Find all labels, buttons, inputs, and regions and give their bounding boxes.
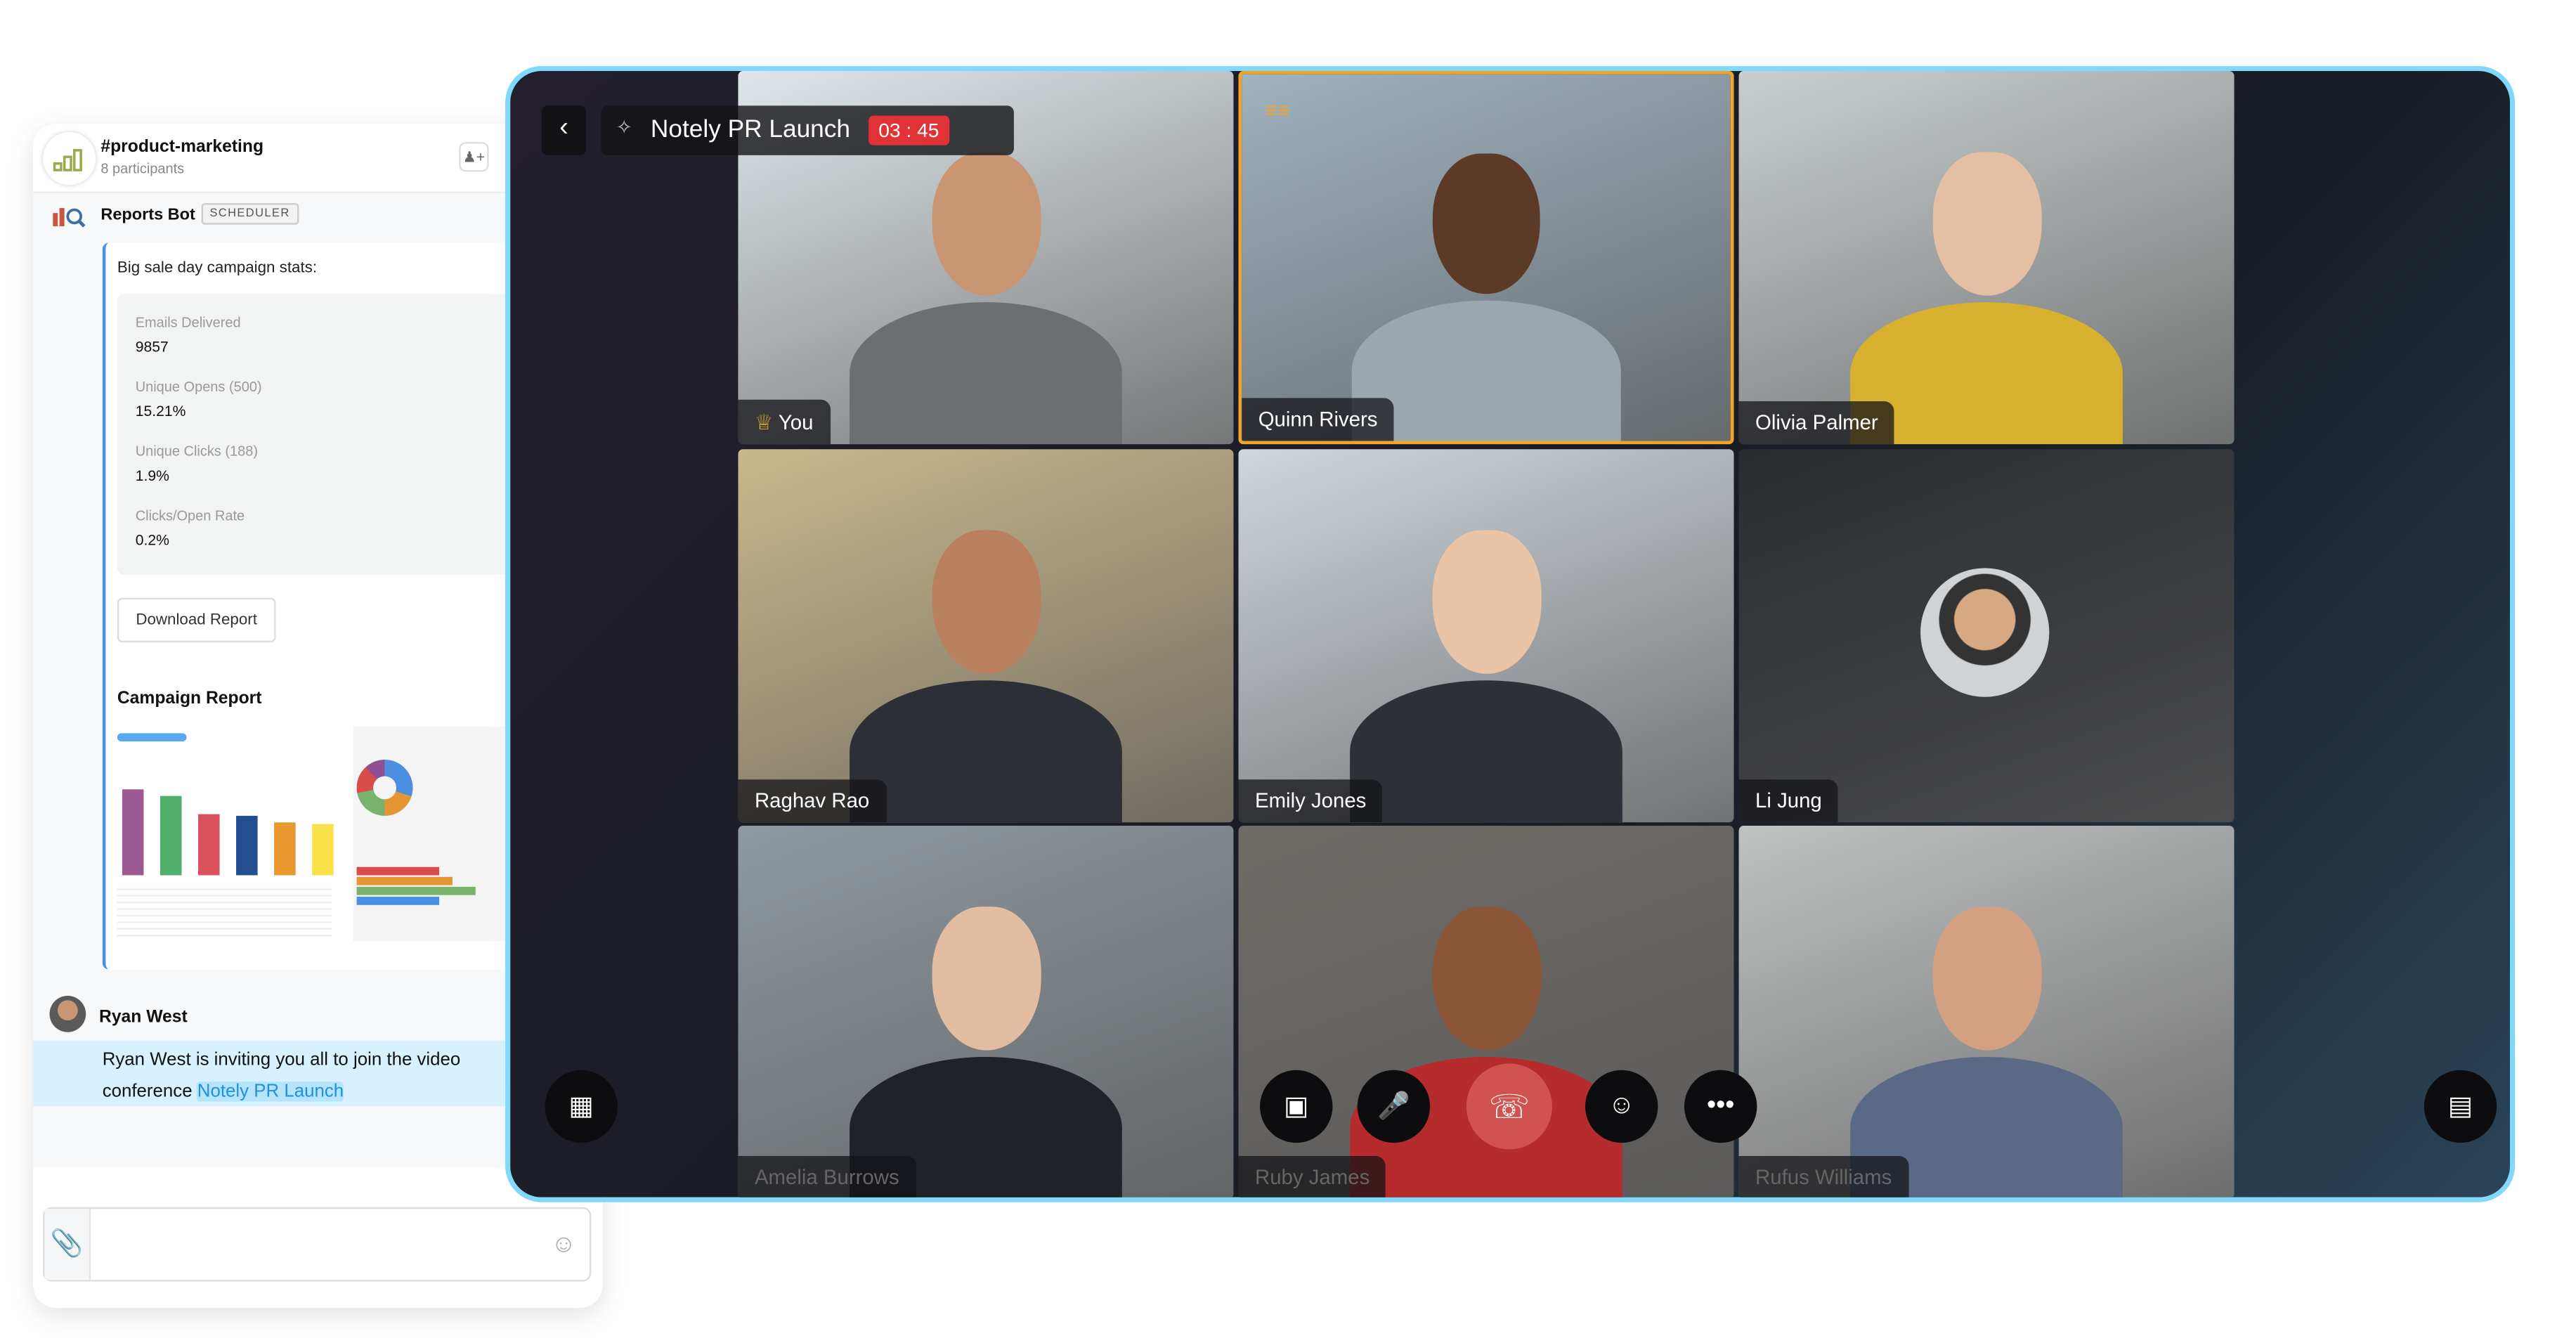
report-bar [274,822,296,876]
participant-video [850,882,1122,1197]
microphone-button[interactable]: 🎤 [1357,1070,1431,1143]
participant-name-text: Amelia Burrows [754,1166,899,1189]
host-crown-icon: ♕ [754,411,779,435]
move-icon[interactable]: ✧ [616,116,633,139]
stat-label: Clicks/Open Rate [135,507,245,524]
end-call-button[interactable]: ☏ [1466,1063,1552,1150]
stat-value: 9857 [135,338,169,356]
participant-name: Rufus Williams [1738,1155,1908,1197]
video-camera-icon: ▣ [1283,1093,1309,1122]
meeting-title-bar: ✧ Notely PR Launch 03 : 45 [601,105,1014,155]
participant-name: Li Jung [1738,779,1839,823]
camera-button[interactable]: ▣ [1260,1070,1333,1143]
participant-name-text: Rufus Williams [1755,1166,1892,1189]
participant-video [1350,882,1622,1197]
call-timer: 03 : 45 [869,115,949,145]
participant-name-text: Ruby James [1254,1166,1370,1189]
stat-label: Unique Clicks (188) [135,442,259,460]
report-bar [160,795,182,876]
participant-avatar [1920,568,2050,697]
more-icon: ••• [1706,1091,1735,1120]
participant-video [1850,127,2123,445]
participant-name: Olivia Palmer [1738,401,1895,445]
participant-name-text: Li Jung [1755,789,1822,813]
grid-icon: ▦ [568,1093,594,1122]
participant-tile[interactable]: Rufus Williams [1738,826,2235,1197]
meeting-link[interactable]: Notely PR Launch [197,1082,344,1102]
participant-name: Ruby James [1238,1155,1386,1197]
report-bar [198,813,220,876]
message-input[interactable]: 📎 ☺ [43,1207,592,1282]
participant-name: Quinn Rivers [1242,398,1394,441]
add-participant-button[interactable]: ♟+ [459,142,489,172]
report-bar [312,824,334,876]
download-report-button[interactable]: Download Report [117,597,276,643]
participant-name-text: Raghav Rao [754,789,870,813]
emoji-icon: ☺ [1608,1091,1635,1120]
bot-badge: SCHEDULER [201,203,299,225]
participant-name: ♕ You [738,399,830,445]
participant-name-text: You [778,411,814,435]
reports-bot-icon [53,208,86,228]
meeting-title: Notely PR Launch [650,115,851,144]
report-thumbnail-bars[interactable] [117,727,349,942]
participant-video [1850,882,2123,1197]
participant-name-text: Emily Jones [1254,789,1367,813]
sender-name: Ryan West [99,1007,188,1027]
stat-value: 1.9% [135,467,169,484]
participant-video [1350,505,1622,823]
participant-video [850,505,1122,823]
participant-name: Amelia Burrows [738,1155,916,1197]
more-options-button[interactable]: ••• [1684,1070,1757,1143]
participant-tile[interactable]: Raghav Rao [738,449,1234,823]
participant-name: Emily Jones [1238,779,1383,823]
grid-layout-button[interactable]: ▦ [545,1070,618,1143]
hang-up-icon: ☏ [1488,1089,1530,1126]
report-bar [122,788,144,876]
audio-level-icon: ≡≡ [1265,97,1290,122]
participant-tile[interactable]: Quinn Rivers ≡≡ [1238,71,1734,445]
participant-name-text: Olivia Palmer [1755,411,1878,435]
stat-value: 15.21% [135,403,186,420]
participant-tile[interactable]: Amelia Burrows [738,826,1234,1197]
back-button[interactable]: ‹ [541,105,587,155]
participant-tile[interactable]: Olivia Palmer [1738,71,2235,445]
paperclip-icon[interactable]: 📎 [44,1209,91,1280]
participant-name-text: Quinn Rivers [1258,408,1378,431]
participant-tile[interactable]: Li Jung [1738,449,2235,823]
stat-label: Emails Delivered [135,313,241,330]
chat-button[interactable]: ▤ [2424,1070,2497,1143]
microphone-icon: 🎤 [1377,1093,1410,1122]
channel-name: #product-marketing [100,137,264,157]
channel-logo-icon [43,132,96,186]
participant-tile[interactable]: Emily Jones [1238,449,1734,823]
participant-video [850,127,1122,445]
participant-name: Raghav Rao [738,779,886,823]
reactions-button[interactable]: ☺ [1585,1070,1658,1143]
report-bar [236,815,258,876]
invite-message: Ryan West is inviting you all to join th… [33,1040,512,1107]
video-conference-window: ♕ You Quinn Rivers ≡≡ Olivia Palmer Raghav R… [505,66,2516,1202]
card-title: Big sale day campaign stats: [117,259,318,278]
stat-label: Unique Opens (500) [135,378,262,395]
participant-count: 8 participants [100,160,185,177]
stat-value: 0.2% [135,531,169,549]
ryan-west-avatar [49,996,86,1032]
chat-icon: ▤ [2447,1093,2473,1122]
participant-video [1351,129,1621,441]
emoji-icon[interactable]: ☺ [551,1230,576,1259]
report-title: Campaign Report [117,688,262,709]
bot-name: Reports Bot [100,206,195,225]
